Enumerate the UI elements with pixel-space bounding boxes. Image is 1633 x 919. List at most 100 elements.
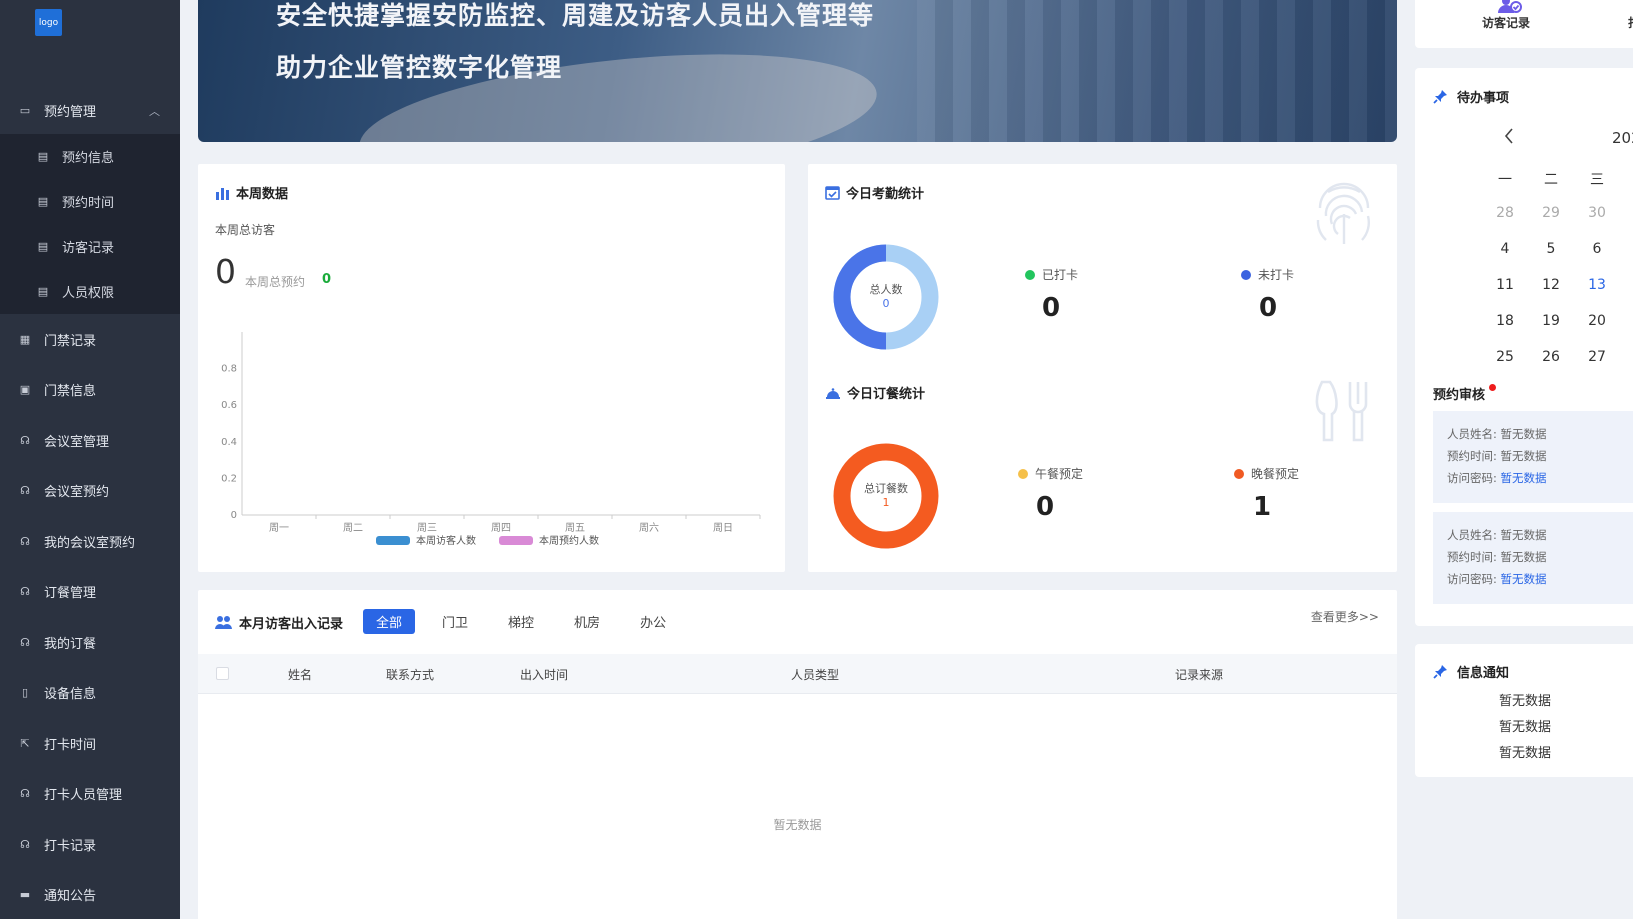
sidebar-item-my-meals[interactable]: ☊ 我的订餐 xyxy=(0,617,180,668)
calendar-day[interactable]: 20 xyxy=(1577,313,1617,329)
sidebar-group-reservation[interactable]: ▭ 预约管理 ︿ xyxy=(0,86,180,134)
y-tick-label: 0.4 xyxy=(221,437,237,448)
sidebar-subitem-visitor-records[interactable]: ▤ 访客记录 xyxy=(0,224,180,269)
meals-donut-label: 总订餐数 xyxy=(864,482,908,495)
sidebar-subitem-reservation-time[interactable]: ▤ 预约时间 xyxy=(0,179,180,224)
audit-code-value[interactable]: 暂无数据 xyxy=(1501,572,1547,586)
sidebar-item-device-info[interactable]: ▯ 设备信息 xyxy=(0,668,180,719)
calendar-day[interactable]: 27 xyxy=(1577,349,1617,365)
weekly-total-reservations-value: 0 xyxy=(322,272,332,287)
notice-item[interactable]: 暂无数据 xyxy=(1499,716,1551,735)
weekly-total-visitors-label: 本周总访客 xyxy=(215,223,276,237)
sidebar-subitem-reservation-info[interactable]: ▤ 预约信息 xyxy=(0,134,180,179)
calendar-day[interactable]: 26 xyxy=(1531,349,1571,365)
headset-icon: ☊ xyxy=(20,635,30,649)
calendar-prev-button[interactable] xyxy=(1504,128,1514,148)
calendar-day[interactable]: 12 xyxy=(1531,277,1571,293)
x-axis-ticks: 周一 周二 周三 周四 周五 周六 周日 xyxy=(269,515,761,534)
calendar-day[interactable]: 25 xyxy=(1485,349,1525,365)
bar-chart-icon xyxy=(215,186,230,200)
sidebar: logo ▭ 预约管理 ︿ ▤ 预约信息 ▤ 预约时间 ▤ 访客记录 ▤ 人员权限 ▦ 门… xyxy=(0,0,180,919)
tab-all[interactable]: 全部 xyxy=(363,609,416,634)
audit-time-row: 预约时间: 暂无数据 xyxy=(1447,445,1633,467)
column-time[interactable]: 出入时间 xyxy=(520,666,568,683)
notice-item[interactable]: 暂无数据 xyxy=(1499,690,1551,709)
logo: logo xyxy=(35,9,62,36)
sidebar-item-label: 我的会议室预约 xyxy=(44,535,136,551)
sidebar-item-access-records[interactable]: ▦ 门禁记录 xyxy=(0,314,180,365)
todo-title: 待办事项 xyxy=(1433,87,1509,106)
not-checked-in-label-text: 未打卡 xyxy=(1258,268,1295,282)
chevron-up-icon[interactable]: ︿ xyxy=(149,103,160,119)
sidebar-item-my-meeting-booking[interactable]: ☊ 我的会议室预约 xyxy=(0,516,180,567)
tab-elevator[interactable]: 梯控 xyxy=(495,609,547,634)
fork-knife-icon xyxy=(1315,380,1368,442)
calendar-day[interactable]: 18 xyxy=(1485,313,1525,329)
sidebar-item-clock-time[interactable]: ⇱ 打卡时间 xyxy=(0,718,180,769)
calendar-day[interactable]: 5 xyxy=(1531,241,1571,257)
column-contact[interactable]: 联系方式 xyxy=(386,666,434,683)
column-source[interactable]: 记录来源 xyxy=(1175,666,1223,683)
sidebar-subitem-permissions[interactable]: ▤ 人员权限 xyxy=(0,269,180,314)
not-checked-in-label: 未打卡 xyxy=(1241,266,1294,283)
headset-icon: ☊ xyxy=(20,837,30,851)
notice-item[interactable]: 暂无数据 xyxy=(1499,742,1551,761)
sidebar-item-meal-management[interactable]: ☊ 订餐管理 xyxy=(0,567,180,618)
meals-donut-value: 1 xyxy=(882,496,890,509)
legend-swatch-reservations xyxy=(499,536,533,545)
audit-item[interactable]: 人员姓名: 暂无数据 预约时间: 暂无数据 访问密码: 暂无数据 xyxy=(1433,512,1633,604)
todo-title-text: 待办事项 xyxy=(1457,91,1510,106)
sidebar-menu: ▭ 预约管理 ︿ ▤ 预约信息 ▤ 预约时间 ▤ 访客记录 ▤ 人员权限 ▦ 门禁记录 ▣… xyxy=(0,86,180,919)
column-person-type[interactable]: 人员类型 xyxy=(791,666,839,683)
not-checked-in-value: 0 xyxy=(1259,293,1278,323)
calendar-day[interactable]: 30 xyxy=(1577,205,1617,221)
weekly-total-reservations-label: 本周总预约 xyxy=(245,275,306,289)
records-tabs: 全部 门卫 梯控 机房 办公 xyxy=(363,609,693,634)
sidebar-item-meeting-room-management[interactable]: ☊ 会议室管理 xyxy=(0,415,180,466)
clock-shortcut-partial[interactable]: 打 xyxy=(1628,14,1633,31)
calendar-day[interactable]: 4 xyxy=(1485,241,1525,257)
sidebar-item-clock-records[interactable]: ☊ 打卡记录 xyxy=(0,819,180,870)
weekly-total-visitors-value: 0 xyxy=(215,252,236,291)
tab-guard[interactable]: 门卫 xyxy=(429,609,481,634)
audit-time-label: 预约时间: xyxy=(1447,550,1497,564)
tab-office[interactable]: 办公 xyxy=(627,609,679,634)
grid-icon: ▦ xyxy=(19,332,31,346)
select-all-checkbox[interactable] xyxy=(216,667,229,680)
calendar-icon: ▤ xyxy=(37,195,49,208)
sidebar-item-label: 打卡人员管理 xyxy=(44,788,123,804)
banner-server-texture xyxy=(917,0,1397,142)
sidebar-subitem-label: 访客记录 xyxy=(62,241,115,256)
notice-title: 信息通知 xyxy=(1433,662,1509,681)
audit-item[interactable]: 人员姓名: 暂无数据 预约时间: 暂无数据 访问密码: 暂无数据 xyxy=(1433,411,1633,503)
calendar-day[interactable]: 28 xyxy=(1485,205,1525,221)
weekly-bar-chart: 0 0.2 0.4 0.6 0.8 周一 周二 周三 周四 周五 周六 周日 本周访客人数 本周预约… xyxy=(221,332,761,547)
headset-icon: ☊ xyxy=(20,585,30,599)
calendar-day[interactable]: 11 xyxy=(1485,277,1525,293)
sidebar-item-announcements[interactable]: ▬ 通知公告 xyxy=(0,870,180,919)
audit-name-value: 暂无数据 xyxy=(1500,528,1547,542)
visitor-record-shortcut[interactable]: 访客记录 xyxy=(1482,14,1530,31)
visitor-records-card: 本月访客出入记录 全部 门卫 梯控 机房 办公 查看更多>> 姓名 联系方式 出… xyxy=(198,590,1397,919)
records-card-title: 本月访客出入记录 xyxy=(215,613,343,632)
x-tick-label: 周一 xyxy=(269,522,289,534)
calendar-day-today[interactable]: 13 xyxy=(1577,277,1617,293)
dinner-label: 晚餐预定 xyxy=(1234,465,1299,482)
sidebar-item-meeting-room-booking[interactable]: ☊ 会议室预约 xyxy=(0,466,180,517)
calendar-day[interactable]: 29 xyxy=(1531,205,1571,221)
tab-server-room[interactable]: 机房 xyxy=(561,609,613,634)
sidebar-item-clock-staff[interactable]: ☊ 打卡人员管理 xyxy=(0,769,180,820)
view-more-link[interactable]: 查看更多>> xyxy=(1311,608,1379,625)
legend-label-reservations: 本周预约人数 xyxy=(539,534,599,547)
calendar-day[interactable]: 6 xyxy=(1577,241,1617,257)
notification-dot xyxy=(1489,384,1496,391)
sidebar-subitem-label: 预约信息 xyxy=(62,151,115,166)
column-name[interactable]: 姓名 xyxy=(288,666,312,683)
checked-in-label-text: 已打卡 xyxy=(1042,268,1079,282)
checked-in-label: 已打卡 xyxy=(1025,266,1078,283)
sidebar-item-access-info[interactable]: ▣ 门禁信息 xyxy=(0,365,180,416)
attendance-card-title: 今日考勤统计 xyxy=(825,183,924,202)
calendar-day[interactable]: 19 xyxy=(1531,313,1571,329)
audit-code-value[interactable]: 暂无数据 xyxy=(1501,471,1547,485)
hero-banner: 安全快捷掌握安防监控、周建及访客人员出入管理等 助力企业管控数字化管理 xyxy=(198,0,1397,142)
